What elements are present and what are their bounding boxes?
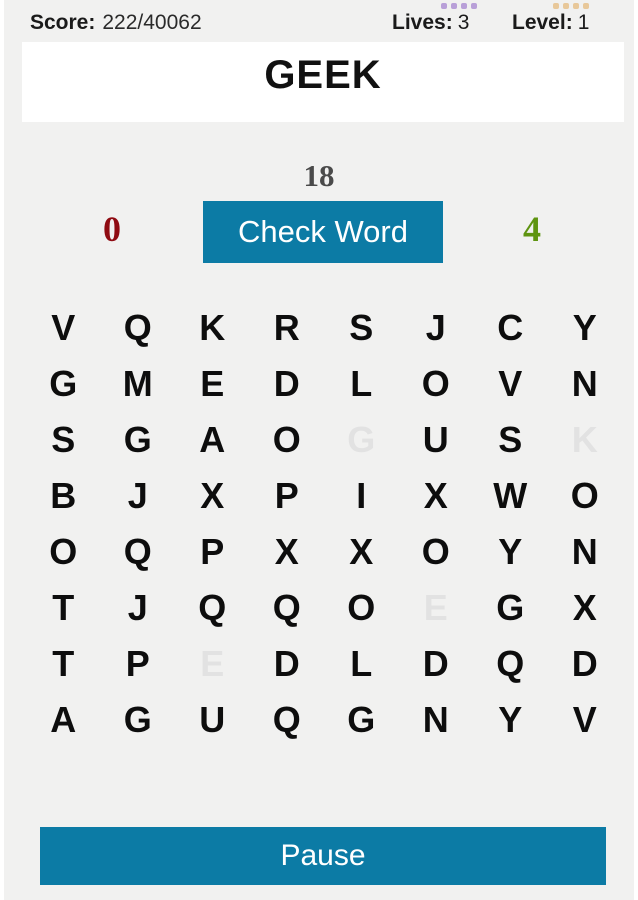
grid-letter-cell[interactable]: G [473,580,548,636]
grid-letter-cell[interactable]: G [101,412,176,468]
grid-letter-cell[interactable]: M [101,356,176,412]
grid-letter-cell[interactable]: L [324,356,399,412]
grid-letter-cell[interactable]: W [473,468,548,524]
letter-grid[interactable]: VQKRSJCYGMEDLOVNSGAOGUSKBJXPIXWOOQPXXOYN… [26,300,622,748]
game-screen: Score: 222/40062 Lives: 3 Level: 1 GEEK 18 … [0,0,638,900]
lives-dot-icon [441,3,447,9]
grid-letter-cell[interactable]: K [548,412,623,468]
score-value: 222/40062 [102,11,202,34]
level-dots-indicator [553,3,589,9]
lives-dot-icon [471,3,477,9]
grid-letter-cell[interactable]: O [26,524,101,580]
grid-letter-cell[interactable]: Q [473,636,548,692]
grid-letter-cell[interactable]: K [175,300,250,356]
grid-letter-cell[interactable]: S [473,412,548,468]
grid-letter-cell[interactable]: V [26,300,101,356]
grid-letter-cell[interactable]: X [548,580,623,636]
grid-letter-cell[interactable]: V [473,356,548,412]
level-dot-icon [563,3,569,9]
grid-letter-cell[interactable]: U [399,412,474,468]
current-word-card: GEEK [22,42,624,122]
grid-letter-cell[interactable]: X [250,524,325,580]
lives-dot-icon [461,3,467,9]
grid-letter-cell[interactable]: P [101,636,176,692]
grid-letter-cell[interactable]: D [250,356,325,412]
pause-button[interactable]: Pause [40,827,606,885]
level-display: Level: 1 [512,11,589,35]
grid-letter-cell[interactable]: J [101,468,176,524]
grid-letter-cell[interactable]: U [175,692,250,748]
score-label: Score: [30,11,96,34]
grid-letter-cell[interactable]: Q [101,300,176,356]
grid-letter-cell[interactable]: E [399,580,474,636]
grid-letter-cell[interactable]: E [175,356,250,412]
lives-dot-icon [451,3,457,9]
lives-dots-indicator [441,3,477,9]
wrong-counter: 0 [103,209,121,249]
grid-letter-cell[interactable]: O [548,468,623,524]
grid-letter-cell[interactable]: T [26,580,101,636]
grid-letter-cell[interactable]: G [324,412,399,468]
level-dot-icon [553,3,559,9]
grid-letter-cell[interactable]: G [26,356,101,412]
grid-letter-cell[interactable]: J [101,580,176,636]
status-bar: Score: 222/40062 Lives: 3 Level: 1 [4,0,634,40]
grid-letter-cell[interactable]: L [324,636,399,692]
grid-letter-cell[interactable]: Q [101,524,176,580]
level-value: 1 [577,11,590,34]
timer-counter: 18 [303,158,335,193]
level-dot-icon [573,3,579,9]
grid-letter-cell[interactable]: N [548,524,623,580]
level-label: Level: [512,11,573,34]
grid-letter-cell[interactable]: A [26,692,101,748]
lives-display: Lives: 3 [392,11,469,35]
grid-letter-cell[interactable]: D [548,636,623,692]
grid-letter-cell[interactable]: C [473,300,548,356]
grid-letter-cell[interactable]: O [324,580,399,636]
current-word: GEEK [264,53,382,97]
grid-letter-cell[interactable]: X [175,468,250,524]
grid-letter-cell[interactable]: Q [250,692,325,748]
grid-letter-cell[interactable]: Q [175,580,250,636]
grid-letter-cell[interactable]: N [548,356,623,412]
grid-letter-cell[interactable]: Q [250,580,325,636]
lives-label: Lives: [392,11,453,34]
grid-letter-cell[interactable]: R [250,300,325,356]
grid-letter-cell[interactable]: X [399,468,474,524]
lives-value: 3 [457,11,470,34]
found-counter: 4 [523,209,541,249]
grid-letter-cell[interactable]: D [250,636,325,692]
grid-letter-cell[interactable]: P [175,524,250,580]
level-dot-icon [583,3,589,9]
grid-letter-cell[interactable]: O [399,524,474,580]
grid-letter-cell[interactable]: O [250,412,325,468]
grid-letter-cell[interactable]: A [175,412,250,468]
grid-letter-cell[interactable]: D [399,636,474,692]
grid-letter-cell[interactable]: O [399,356,474,412]
grid-letter-cell[interactable]: B [26,468,101,524]
grid-letter-cell[interactable]: J [399,300,474,356]
grid-letter-cell[interactable]: Y [473,692,548,748]
grid-letter-cell[interactable]: G [101,692,176,748]
grid-letter-cell[interactable]: N [399,692,474,748]
grid-letter-cell[interactable]: Y [473,524,548,580]
grid-letter-cell[interactable]: S [26,412,101,468]
grid-letter-cell[interactable]: X [324,524,399,580]
grid-letter-cell[interactable]: S [324,300,399,356]
score-display: Score: 222/40062 [30,11,202,35]
check-word-button[interactable]: Check Word [203,201,443,263]
grid-letter-cell[interactable]: P [250,468,325,524]
grid-letter-cell[interactable]: G [324,692,399,748]
grid-letter-cell[interactable]: V [548,692,623,748]
grid-letter-cell[interactable]: I [324,468,399,524]
grid-letter-cell[interactable]: E [175,636,250,692]
grid-letter-cell[interactable]: T [26,636,101,692]
grid-letter-cell[interactable]: Y [548,300,623,356]
